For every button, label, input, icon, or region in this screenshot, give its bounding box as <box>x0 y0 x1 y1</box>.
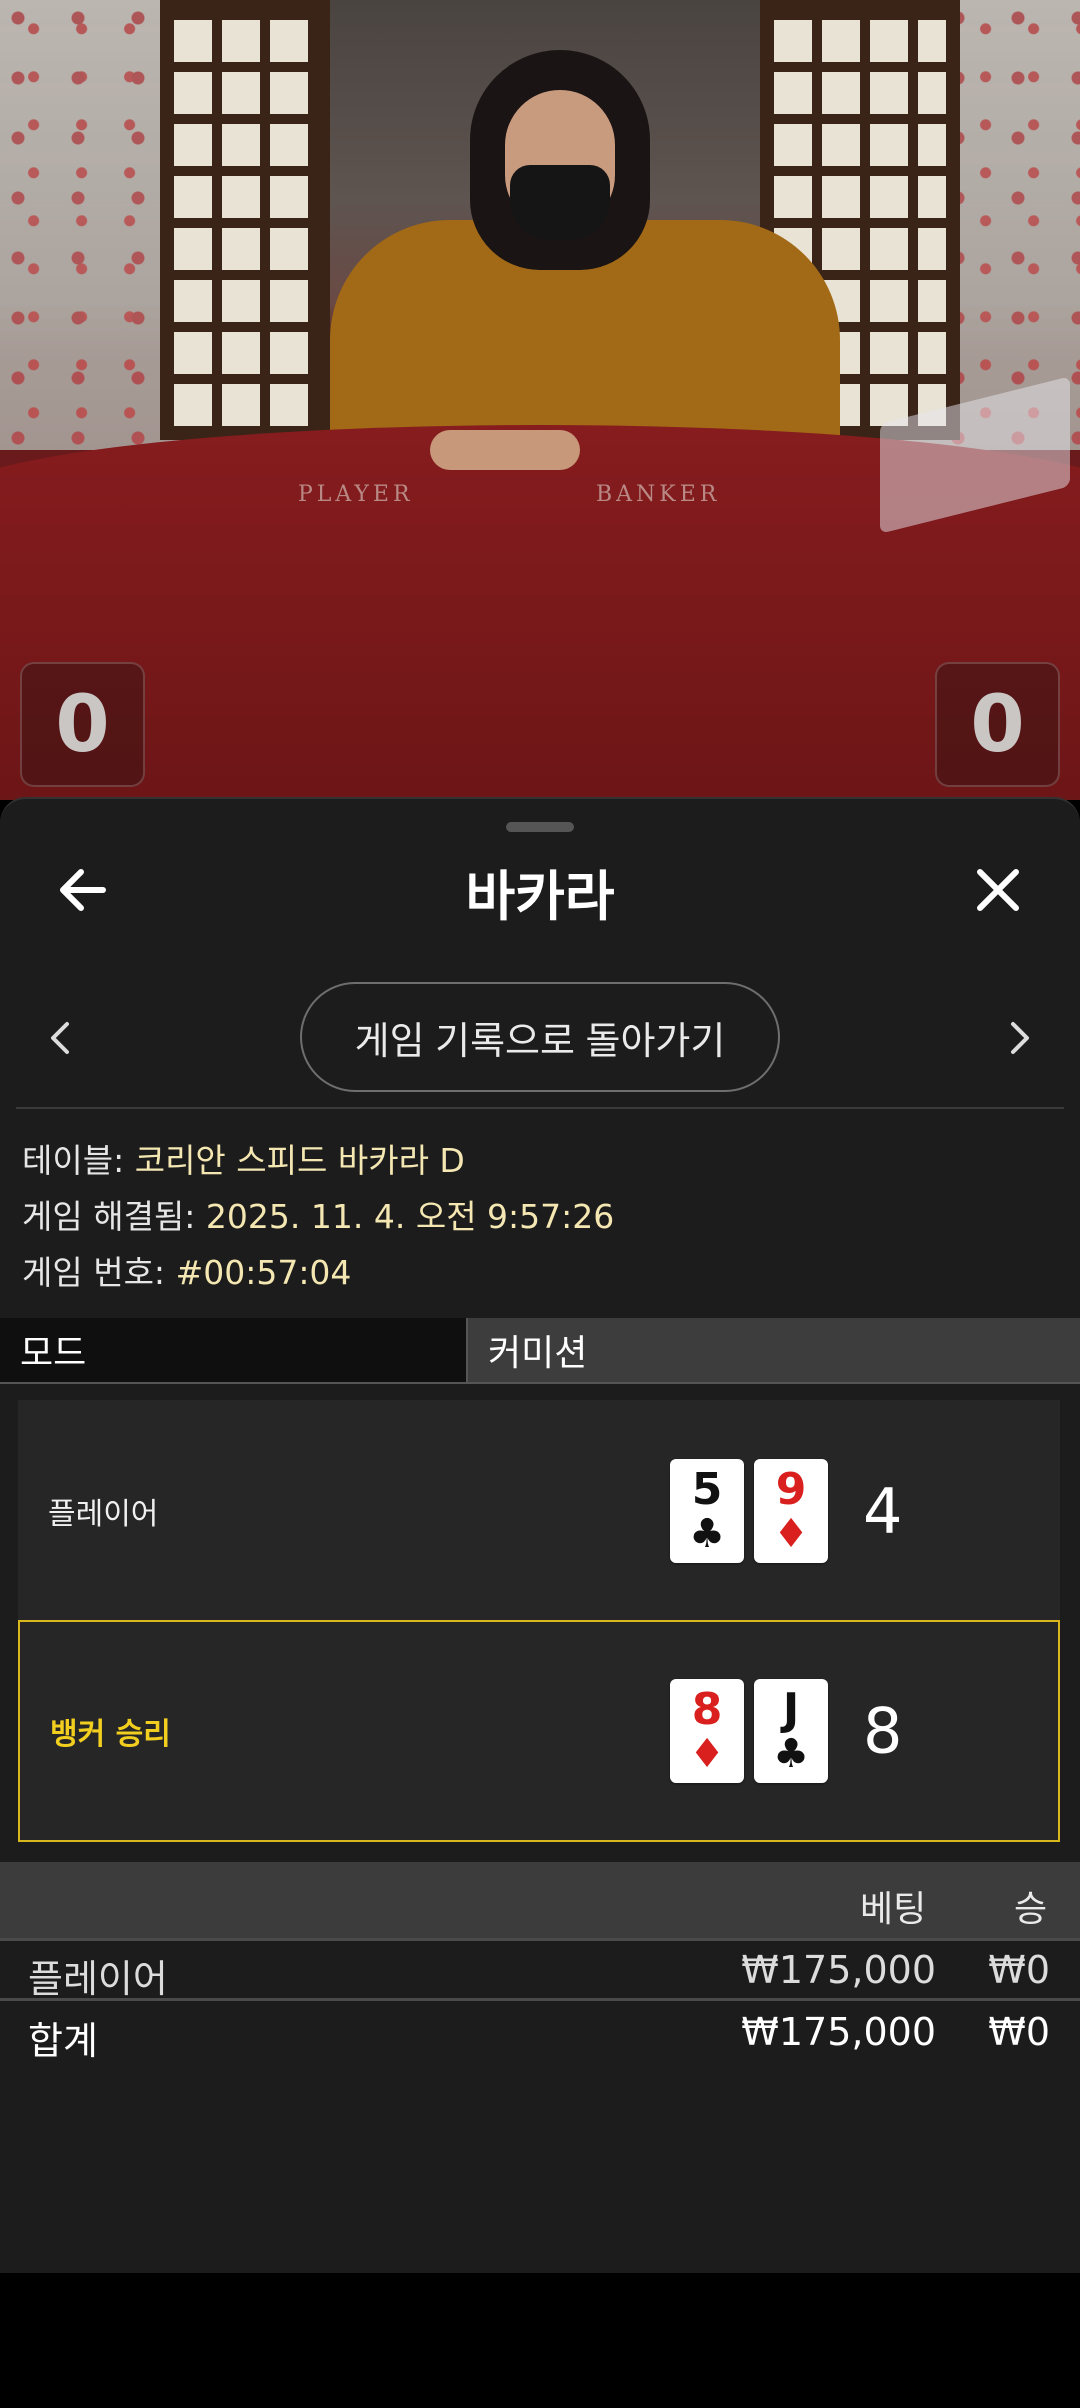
card-rank: J <box>782 1684 800 1735</box>
tab-commission[interactable]: 커미션 <box>468 1318 1080 1382</box>
resolved-info-value: 2025. 11. 4. 오전 9:57:26 <box>205 1197 615 1236</box>
total-win-amount: ₩0 <box>988 2010 1050 2054</box>
diamond-suit-icon: ♦ <box>773 1511 809 1557</box>
resolved-info: 게임 해결됨: 2025. 11. 4. 오전 9:57:26 <box>22 1190 614 1238</box>
live-video-feed: PLAYER BANKER 0 0 <box>0 0 1080 800</box>
player-hand-score: 4 <box>863 1474 903 1548</box>
table-info-value: 코리안 스피드 바카라 D <box>134 1141 465 1180</box>
section-divider <box>16 1107 1064 1109</box>
sheet-drag-handle[interactable] <box>506 822 574 832</box>
total-row: 합계 ₩175,000 ₩0 <box>0 2002 1080 2063</box>
column-header-bet: 베팅 <box>860 1889 927 1930</box>
playing-card: 9 ♦ <box>754 1459 828 1563</box>
dealer-mask <box>510 165 610 240</box>
banker-hand-score: 8 <box>863 1694 903 1768</box>
player-score-box: 0 <box>20 662 145 787</box>
player-result-row: 플레이어 5 ♣ 9 ♦ 4 <box>18 1400 1060 1622</box>
next-game-button[interactable] <box>1000 1016 1040 1060</box>
total-label: 합계 <box>28 2019 98 2063</box>
tab-mode[interactable]: 모드 <box>0 1318 468 1382</box>
column-header-win: 승 <box>1014 1889 1048 1930</box>
game-number-label: 게임 번호: <box>22 1253 166 1292</box>
banker-score-box: 0 <box>935 662 1060 787</box>
card-rank: 5 <box>691 1464 723 1515</box>
chevron-left-icon <box>51 1022 69 1054</box>
club-suit-icon: ♣ <box>773 1731 809 1777</box>
game-number-value: #00:57:04 <box>175 1253 352 1292</box>
row-separator <box>0 1998 1080 2001</box>
table-info-label: 테이블: <box>22 1141 125 1180</box>
tab-underline <box>0 1382 1080 1384</box>
bet-amount: ₩175,000 <box>741 1948 936 1992</box>
table-info: 테이블: 코리안 스피드 바카라 D <box>22 1134 465 1182</box>
close-button[interactable] <box>966 858 1030 922</box>
club-suit-icon: ♣ <box>689 1511 725 1557</box>
card-rank: 8 <box>691 1684 723 1735</box>
win-amount: ₩0 <box>988 1948 1050 1992</box>
table-label-banker: BANKER <box>596 482 721 507</box>
table-label-player: PLAYER <box>298 482 414 507</box>
diamond-suit-icon: ♦ <box>689 1731 725 1777</box>
lattice-panel-left <box>160 0 330 440</box>
previous-game-button[interactable] <box>40 1016 80 1060</box>
chevron-right-icon <box>1011 1022 1029 1054</box>
banker-result-row: 뱅커 승리 8 ♦ J ♣ 8 <box>18 1620 1060 1842</box>
back-button[interactable] <box>50 858 114 922</box>
table-row: 플레이어 ₩175,000 ₩0 <box>0 1940 1080 2001</box>
total-bet-amount: ₩175,000 <box>741 2010 936 2054</box>
bottom-bar <box>0 2273 1080 2408</box>
resolved-info-label: 게임 해결됨: <box>22 1197 196 1236</box>
player-result-label: 플레이어 <box>48 1497 159 1532</box>
bet-name: 플레이어 <box>28 1957 168 2001</box>
playing-card: J ♣ <box>754 1679 828 1783</box>
playing-card: 5 ♣ <box>670 1459 744 1563</box>
bets-table-header: 베팅 승 <box>0 1862 1080 1938</box>
arrow-left-icon <box>60 869 106 911</box>
page-title: 바카라 <box>465 865 615 928</box>
dealer-hand <box>430 430 580 470</box>
banker-result-label: 뱅커 승리 <box>50 1717 171 1752</box>
close-icon <box>977 869 1019 911</box>
card-rank: 9 <box>775 1464 807 1515</box>
playing-card: 8 ♦ <box>670 1679 744 1783</box>
back-to-history-button[interactable]: 게임 기록으로 돌아가기 <box>300 982 780 1092</box>
game-number-info: 게임 번호: #00:57:04 <box>22 1246 351 1294</box>
